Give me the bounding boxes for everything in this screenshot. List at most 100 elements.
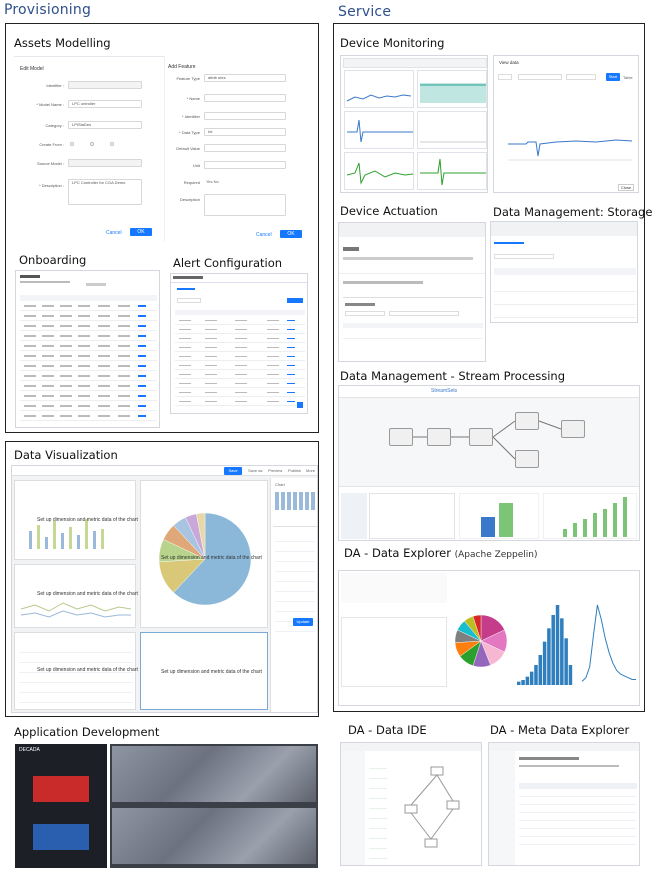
feature-name-field[interactable] xyxy=(204,94,286,102)
source-model-label: Source Model : xyxy=(37,161,64,166)
table-row xyxy=(175,352,305,361)
dv-chart-tab[interactable]: Chart xyxy=(275,482,285,487)
dv-preview-button[interactable]: Preview xyxy=(268,468,282,473)
category-label: Category : xyxy=(45,123,64,128)
dv-tile-empty: Set up dimension and metric data of the … xyxy=(140,632,268,710)
data-type-field[interactable]: Int xyxy=(204,128,286,136)
unit-field[interactable] xyxy=(204,161,286,169)
model-name-field[interactable]: LPC ontroller xyxy=(68,100,142,108)
data-explorer-title-text: DA - Data Explorer xyxy=(344,546,451,560)
histogram-bar xyxy=(534,665,538,685)
table-row xyxy=(20,391,157,401)
dv-save-button[interactable]: Save xyxy=(224,467,242,475)
feature-identifier-field[interactable] xyxy=(204,112,286,120)
table-row xyxy=(20,411,157,421)
table-tab[interactable]: Table xyxy=(623,75,633,80)
assets-modelling-title: Assets Modelling xyxy=(14,36,111,50)
histogram-bar xyxy=(568,665,573,685)
unit-label: Unit xyxy=(192,163,200,168)
explorer-pie-chart xyxy=(454,614,508,668)
provisioning-title: Provisioning xyxy=(4,2,92,18)
dv-update-button[interactable]: Update xyxy=(293,618,313,626)
data-ide-screenshot xyxy=(340,742,482,866)
alert-table xyxy=(175,316,305,406)
histogram-bar xyxy=(547,628,551,685)
default-value-label: Default Value xyxy=(176,146,200,151)
table-row xyxy=(20,351,157,361)
service-title: Service xyxy=(338,4,392,20)
table-row xyxy=(20,401,157,411)
dv-placeholder-2: Set up dimension and metric data of the … xyxy=(37,591,138,597)
data-explorer-title: DA - Data Explorer (Apache Zeppelin) xyxy=(344,546,537,560)
close-button[interactable]: Close xyxy=(618,184,634,191)
monitor-chart-6 xyxy=(420,158,486,186)
cancel-button[interactable]: Cancel xyxy=(106,230,122,236)
source-model-field[interactable] xyxy=(68,159,142,167)
feature-identifier-label: * Identifier xyxy=(181,114,200,119)
dm-storage-screenshot xyxy=(490,221,638,323)
feature-name-label: * Name xyxy=(186,96,200,101)
device-actuation-title: Device Actuation xyxy=(340,204,438,218)
application-development-title: Application Development xyxy=(14,725,160,739)
device-monitoring-title: Device Monitoring xyxy=(340,36,445,50)
app-card-red[interactable] xyxy=(33,776,89,802)
onboarding-screenshot xyxy=(15,270,160,428)
view-data-dialog: View data Start Table Close xyxy=(493,55,639,193)
line-series xyxy=(581,604,636,682)
dv-publish-button[interactable]: Publish xyxy=(288,468,301,473)
dv-placeholder-3: Set up dimension and metric data of the … xyxy=(37,667,138,673)
feature-type-field[interactable]: attrib utes xyxy=(204,74,286,82)
feature-description-field[interactable] xyxy=(204,194,286,216)
data-explorer-note: (Apache Zeppelin) xyxy=(454,550,538,560)
explorer-line-chart xyxy=(581,604,636,682)
onboarding-table xyxy=(20,301,157,423)
create-from-radios[interactable] xyxy=(70,141,140,147)
description-field[interactable]: LPC Controller for CGA Demo xyxy=(68,179,142,205)
alert-configuration-screenshot xyxy=(170,273,308,414)
feature-cancel-button[interactable]: Cancel xyxy=(256,232,272,238)
monitor-chart-3 xyxy=(347,119,413,143)
stream-processing-screenshot: StreamSets xyxy=(338,385,640,541)
app-dev-sidebar: DECADA xyxy=(15,744,107,868)
explorer-histogram xyxy=(517,605,573,685)
table-row xyxy=(175,343,305,352)
feature-type-label: Feature Type xyxy=(176,76,201,81)
data-type-label: * Data Type xyxy=(179,130,200,135)
dv-more-button[interactable]: More xyxy=(306,468,315,473)
histogram-bar xyxy=(525,676,530,685)
histogram-bar xyxy=(551,615,555,685)
histogram-bar xyxy=(517,681,521,685)
table-row xyxy=(175,370,305,379)
table-row xyxy=(175,361,305,370)
required-radios[interactable]: Yes No xyxy=(206,179,219,184)
monitor-chart-1 xyxy=(346,94,412,102)
table-row xyxy=(20,301,157,311)
view-data-chart xyxy=(508,139,633,161)
dv-settings-panel: Chart Update xyxy=(270,478,317,712)
ok-button[interactable]: OK xyxy=(130,228,152,236)
stream-bar-chart-2 xyxy=(543,493,637,539)
start-button[interactable]: Start xyxy=(606,73,620,81)
histogram-bar xyxy=(521,680,525,685)
app-card-blue[interactable] xyxy=(33,824,89,850)
dv-placeholder-4: Set up dimension and metric data of the … xyxy=(161,555,262,561)
identifier-field[interactable] xyxy=(68,81,142,89)
onboarding-title: Onboarding xyxy=(19,253,87,267)
histogram-bar xyxy=(542,641,547,685)
monitor-chart-2 xyxy=(420,83,486,103)
category-field[interactable]: LPIStaDes xyxy=(68,121,142,129)
table-row xyxy=(20,321,157,331)
dv-saveas-button[interactable]: Save as xyxy=(248,468,262,473)
table-row xyxy=(20,331,157,341)
feature-ok-button[interactable]: OK xyxy=(280,230,302,238)
dm-storage-title: Data Management: Storage xyxy=(493,205,653,219)
dv-tile-pie: Set up dimension and metric data of the … xyxy=(140,480,268,628)
dv-tile-bar: Set up dimension and metric data of the … xyxy=(14,480,138,560)
data-visualization-screenshot: Save Save as Preview Publish More Set up… xyxy=(11,465,318,713)
data-explorer-screenshot xyxy=(338,570,640,706)
default-value-field[interactable] xyxy=(204,144,286,152)
device-actuation-screenshot xyxy=(338,222,486,362)
table-row xyxy=(20,311,157,321)
meta-explorer-title: DA - Meta Data Explorer xyxy=(490,723,630,737)
dm-stream-title: Data Management - Stream Processing xyxy=(340,369,566,383)
